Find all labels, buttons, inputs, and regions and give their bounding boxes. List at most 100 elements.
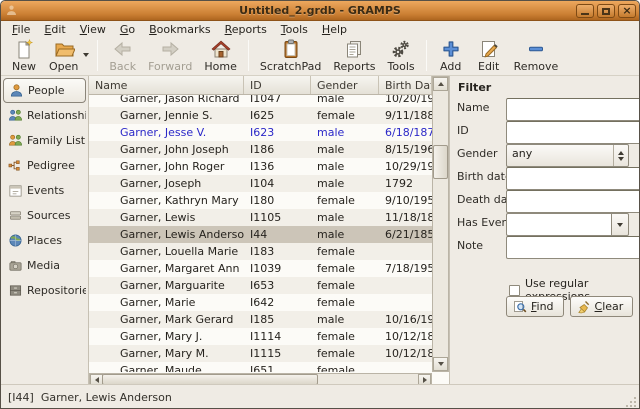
table-row[interactable]: Garner, Margaret AnnI1039female7/18/1951 (89, 260, 432, 277)
column-header-name[interactable]: Name (89, 76, 244, 94)
find-icon (513, 300, 527, 314)
open-folder-icon (53, 38, 75, 60)
sidebar-item-people[interactable]: People (3, 78, 86, 103)
titlebar[interactable]: Untitled_2.grdb - GRAMPS × (1, 1, 639, 21)
cell-id: I104 (244, 177, 311, 190)
table-row[interactable]: Garner, Mark GerardI185male10/16/1962 (89, 311, 432, 328)
table-body: Garner, Jason RichardI1047male10/20/1975… (89, 95, 432, 372)
sidebar-item-places[interactable]: Places (3, 228, 86, 253)
vertical-scrollbar[interactable] (432, 76, 449, 372)
sidebar-item-repositories[interactable]: Repositories (3, 278, 86, 303)
menu-view[interactable]: View (73, 22, 113, 37)
resize-grip[interactable] (625, 396, 637, 408)
toolbar-add-button[interactable]: Add (432, 37, 470, 74)
use-regex-checkbox[interactable] (509, 285, 520, 296)
vertical-scrollbar-thumb[interactable] (433, 145, 448, 179)
toolbar-edit-button[interactable]: Edit (470, 37, 508, 74)
menu-reports[interactable]: Reports (218, 22, 274, 37)
scroll-up-arrow-icon[interactable] (433, 77, 448, 91)
menu-bookmarks[interactable]: Bookmarks (142, 22, 217, 37)
menu-file[interactable]: File (5, 22, 37, 37)
chevron-down-icon[interactable] (611, 213, 629, 236)
table-row[interactable]: Garner, Jesse V.I623male6/18/1876 (89, 124, 432, 141)
scratchpad-icon (280, 38, 302, 60)
scroll-down-arrow-icon[interactable] (433, 357, 448, 371)
edit-icon (478, 38, 500, 60)
find-button-label: Find (531, 300, 554, 313)
table-row[interactable]: Garner, John JosephI186male8/15/1961 (89, 141, 432, 158)
table-row[interactable]: Garner, MarieI642female (89, 294, 432, 311)
cell-name: Garner, Jason Richard (89, 95, 244, 105)
cell-name: Garner, Louella Marie (89, 245, 244, 258)
sidebar-item-media[interactable]: Media (3, 253, 86, 278)
table-row[interactable]: Garner, LewisI1105male11/18/1823 (89, 209, 432, 226)
toolbar-tools-button[interactable]: Tools (382, 37, 421, 74)
find-button[interactable]: Find (506, 296, 564, 317)
cell-name: Garner, Kathryn Mary (89, 194, 244, 207)
open-dropdown-arrow-icon[interactable] (80, 40, 92, 70)
table-row[interactable]: Garner, Lewis AndersonI44male6/21/1855 (89, 226, 432, 243)
cell-name: Garner, Jesse V. (89, 126, 244, 139)
menu-edit[interactable]: Edit (37, 22, 72, 37)
menu-go[interactable]: Go (113, 22, 142, 37)
close-button[interactable]: × (618, 4, 636, 18)
filter-label-name: Name (457, 101, 489, 114)
gender-selected-value: any (507, 145, 613, 166)
cell-birth-date: 8/15/1961 (379, 143, 432, 156)
cell-id: I44 (244, 228, 311, 241)
filter-field-birth-date: Birth date (450, 165, 640, 188)
spinner-arrows-icon[interactable] (613, 145, 628, 166)
column-header-birth-date[interactable]: Birth Date (379, 76, 432, 94)
filter-label-id: ID (457, 124, 469, 137)
minimize-button[interactable] (576, 4, 594, 18)
name-input[interactable] (506, 98, 640, 121)
table-row[interactable]: Garner, Kathryn MaryI180female9/10/1952 (89, 192, 432, 209)
toolbar-reports-button[interactable]: Reports (327, 37, 381, 74)
table-row[interactable]: Garner, Louella MarieI183female (89, 243, 432, 260)
table-row[interactable]: Garner, Jason RichardI1047male10/20/1975 (89, 95, 432, 107)
menu-tools[interactable]: Tools (274, 22, 315, 37)
has-event-select[interactable] (506, 213, 629, 236)
cell-birth-date: 10/20/1975 (379, 95, 432, 105)
table-row[interactable]: Garner, John RogerI136male10/29/1925 (89, 158, 432, 175)
sidebar-item-family-list[interactable]: Family List (3, 128, 86, 153)
sidebar-item-pedigree[interactable]: Pedigree (3, 153, 86, 178)
sidebar-item-relationships[interactable]: Relationships (3, 103, 86, 128)
toolbar-remove-button[interactable]: Remove (508, 37, 565, 74)
cell-id: I1114 (244, 330, 311, 343)
note-input[interactable] (506, 236, 640, 259)
table-row[interactable]: Garner, JosephI104male1792 (89, 175, 432, 192)
column-header-gender[interactable]: Gender (311, 76, 379, 94)
toolbar: NewOpenBackForwardHomeScratchPadReportsT… (1, 37, 639, 76)
id-input[interactable] (506, 121, 640, 144)
cell-id: I642 (244, 296, 311, 309)
table-row[interactable]: Garner, MarguariteI653female (89, 277, 432, 294)
cell-id: I186 (244, 143, 311, 156)
clear-button[interactable]: Clear (570, 296, 634, 317)
cell-gender: male (311, 313, 379, 326)
menu-help[interactable]: Help (315, 22, 354, 37)
birth-date-input[interactable] (506, 167, 640, 190)
table-row[interactable]: Garner, Mary M.I1115female10/12/1851 (89, 345, 432, 362)
toolbar-new-button[interactable]: New (5, 37, 43, 74)
toolbar-scratchpad-button[interactable]: ScratchPad (254, 37, 328, 74)
gender-select[interactable]: any (506, 144, 629, 167)
sidebar-item-label: Pedigree (27, 159, 75, 172)
toolbar-open-button[interactable]: Open (43, 37, 84, 74)
sidebar-item-sources[interactable]: Sources (3, 203, 86, 228)
death-date-input[interactable] (506, 190, 640, 213)
sidebar-item-events[interactable]: Events (3, 178, 86, 203)
column-header-id[interactable]: ID (244, 76, 311, 94)
toolbar-home-label: Home (204, 60, 236, 73)
cell-gender: female (311, 296, 379, 309)
table-row[interactable]: Garner, MaudeI651female (89, 362, 432, 372)
table-row[interactable]: Garner, Mary J.I1114female10/12/1851 (89, 328, 432, 345)
toolbar-forward-button: Forward (142, 37, 198, 74)
sidebar-item-label: Media (27, 259, 60, 272)
toolbar-home-button[interactable]: Home (198, 37, 242, 74)
table-row[interactable]: Garner, Jennie S.I625female9/11/1880 (89, 107, 432, 124)
toolbar-open-label: Open (49, 60, 78, 73)
toolbar-tools-label: Tools (388, 60, 415, 73)
statusbar: [I44] Garner, Lewis Anderson (1, 384, 639, 409)
maximize-button[interactable] (597, 4, 615, 18)
